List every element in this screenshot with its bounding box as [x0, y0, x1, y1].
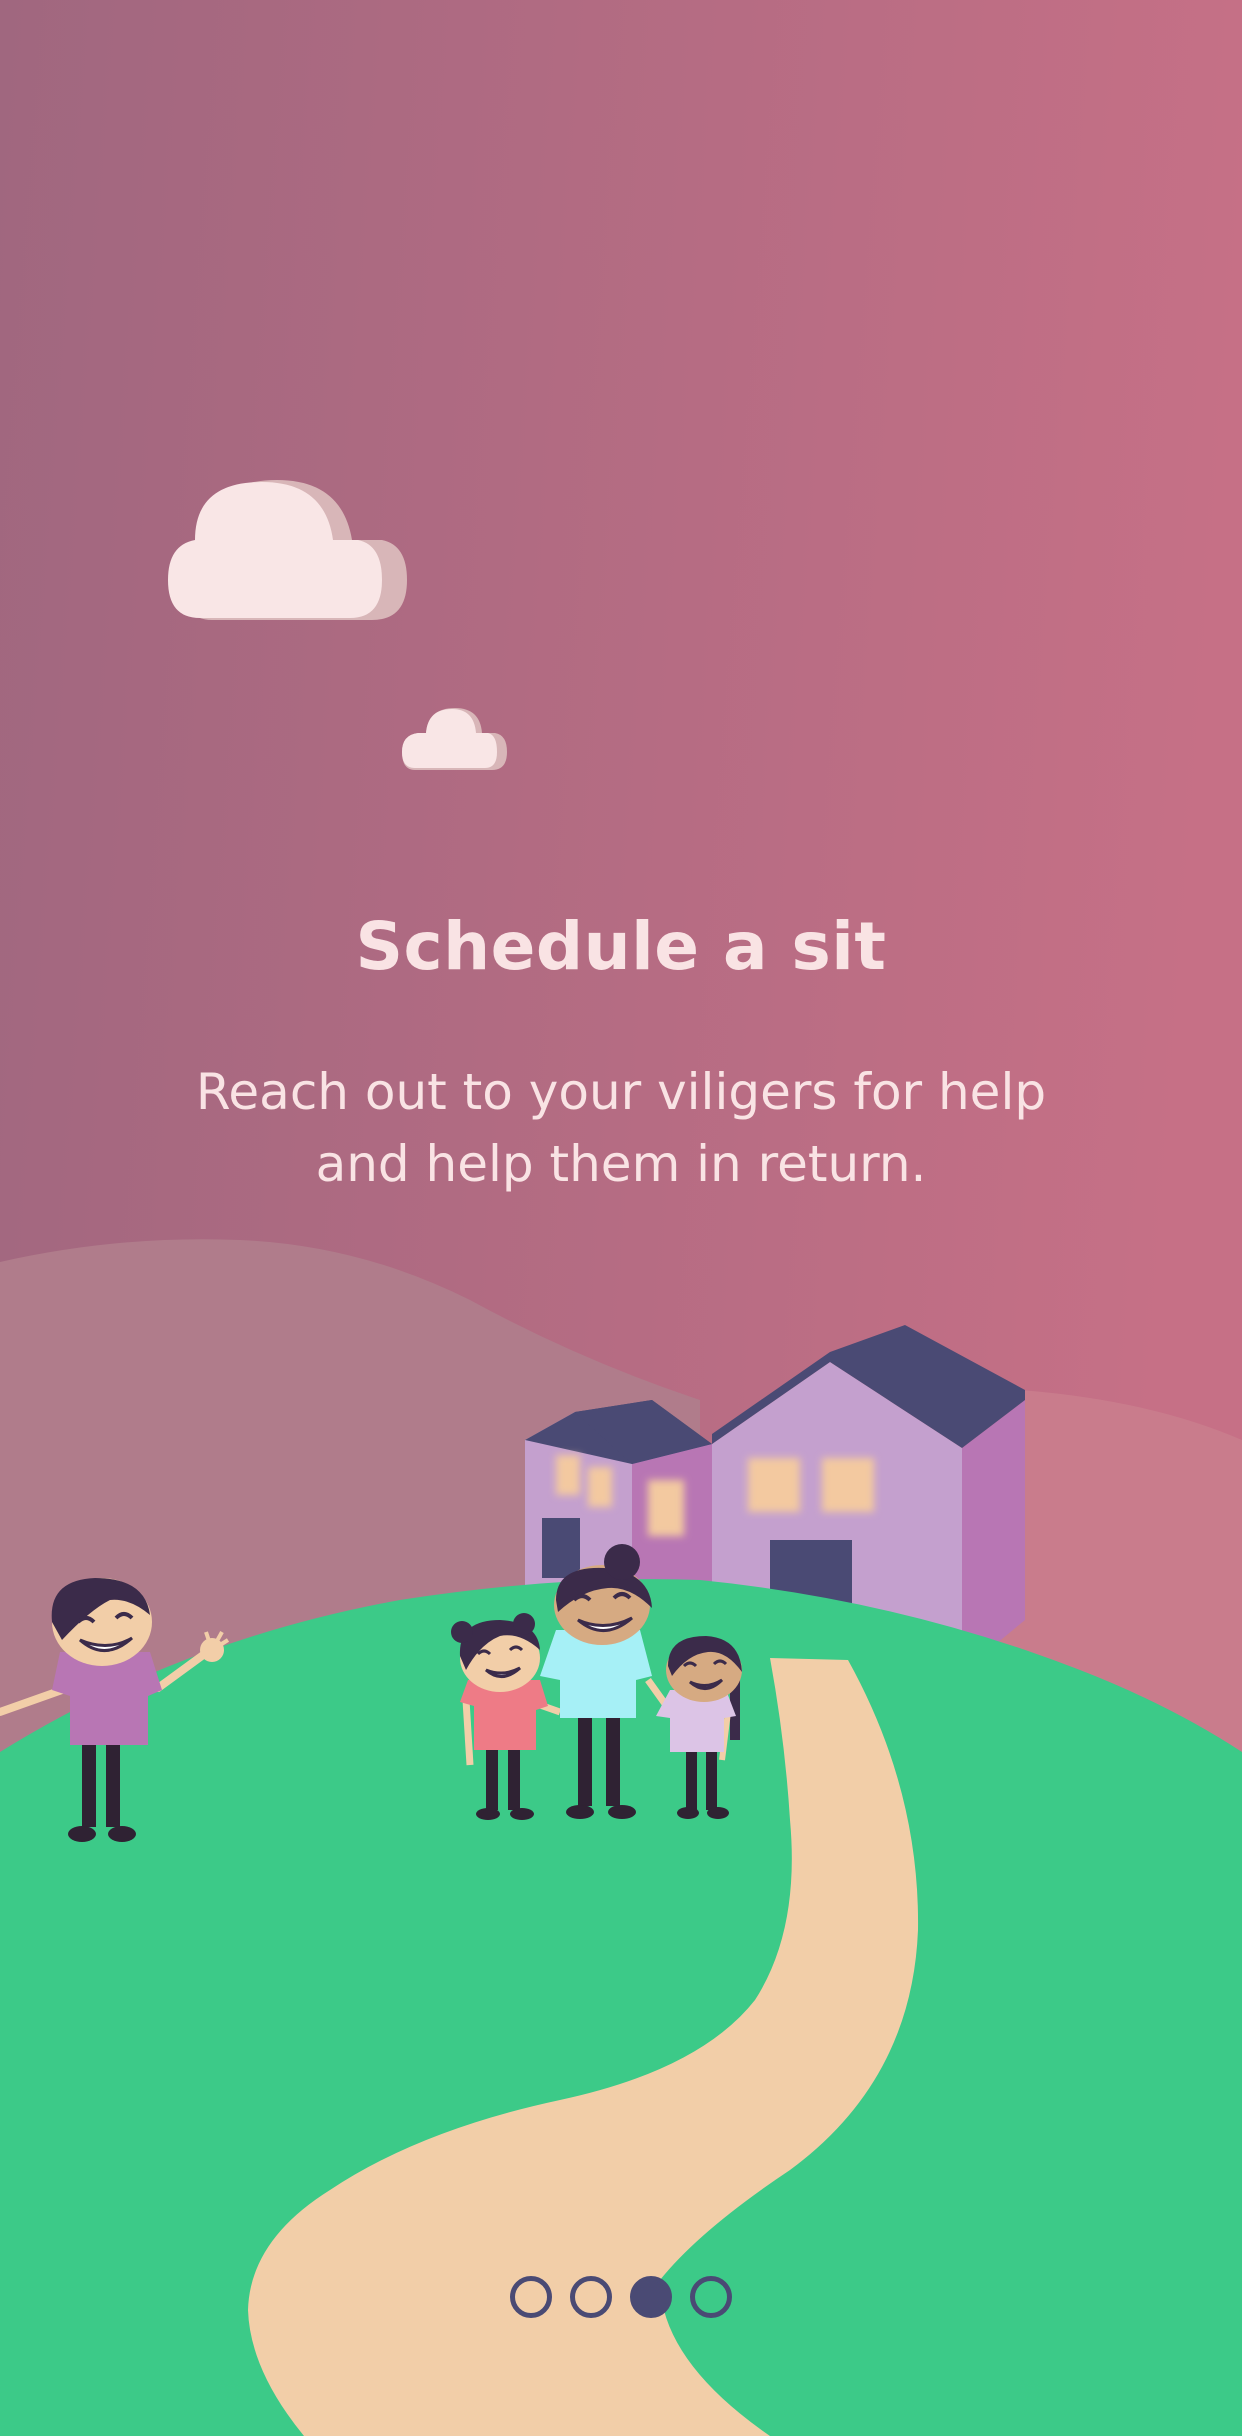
- page-dot-1[interactable]: [510, 2276, 552, 2318]
- page-dot-4[interactable]: [690, 2276, 732, 2318]
- illustration: [0, 0, 1242, 2436]
- pagination-dots: [0, 2276, 1242, 2318]
- onboarding-title: Schedule a sit: [355, 908, 887, 985]
- onboarding-subtitle: Reach out to your viligers for help and …: [195, 1063, 1047, 1193]
- onboarding-screen: Schedule a sit Reach out to your viliger…: [0, 0, 1242, 2436]
- page-dot-2[interactable]: [570, 2276, 612, 2318]
- page-dot-3[interactable]: [630, 2276, 672, 2318]
